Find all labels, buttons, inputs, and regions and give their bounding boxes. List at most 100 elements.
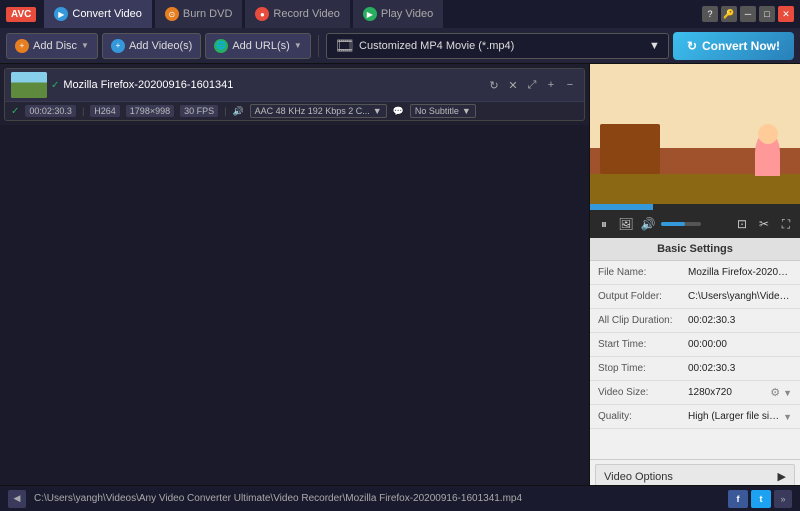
add-url-label: Add URL(s)	[232, 40, 289, 52]
scissors-button[interactable]: ✂	[755, 215, 773, 233]
file-meta: ✓ 00:02:30.3 | H264 1798×998 30 FPS | 🔊 …	[5, 102, 584, 120]
file-resolution: 1798×998	[126, 105, 174, 117]
pause-button[interactable]: ⏸	[595, 215, 613, 233]
player-controls: ⏸ 🖼 🔊 ⊡ ✂ ⛶	[590, 210, 800, 238]
filename-value: Mozilla Firefox-20200916-1...	[688, 267, 792, 278]
divider1: |	[82, 106, 84, 116]
thumbnail-image	[11, 72, 47, 98]
output-label: Output Folder:	[598, 291, 688, 302]
status-prev-button[interactable]: ◀	[8, 490, 26, 508]
format-select[interactable]: 🎞 Customized MP4 Movie (*.mp4) ▼	[326, 33, 669, 59]
player-progress-bar[interactable]	[590, 204, 800, 210]
file-add-button[interactable]: +	[543, 77, 559, 93]
record-video-icon: ●	[255, 7, 269, 21]
player-progress-fill	[590, 204, 653, 210]
tab-play-video-label: Play Video	[381, 8, 433, 20]
status-bar: ◀ C:\Users\yangh\Videos\Any Video Conver…	[0, 485, 800, 511]
tab-record-video[interactable]: ● Record Video	[245, 0, 350, 28]
settings-row-quality: Quality: High (Larger file size) ▼	[590, 405, 800, 429]
meta-check: ✓	[11, 106, 19, 117]
audio-dropdown-arrow: ▼	[373, 106, 382, 116]
title-bar: AVC ▶ Convert Video ⊙ Burn DVD ● Record …	[0, 0, 800, 28]
app-logo: AVC	[6, 7, 36, 22]
add-videos-button[interactable]: + Add Video(s)	[102, 33, 201, 59]
audio-track-dropdown[interactable]: AAC 48 KHz 192 Kbps 2 C... ▼	[250, 104, 387, 118]
preview-furniture	[600, 124, 660, 174]
tab-bar: ▶ Convert Video ⊙ Burn DVD ● Record Vide…	[44, 0, 694, 28]
stop-label: Stop Time:	[598, 363, 688, 374]
convert-now-label: Convert Now!	[702, 39, 780, 53]
file-refresh-button[interactable]: ↻	[486, 77, 502, 93]
quality-value: High (Larger file size)	[688, 411, 780, 422]
start-label: Start Time:	[598, 339, 688, 350]
aspect-button[interactable]: ⊡	[733, 215, 751, 233]
duration-label: All Clip Duration:	[598, 315, 688, 326]
add-url-icon: 🌐	[214, 39, 228, 53]
filename-label: File Name:	[598, 267, 688, 278]
right-panel: ⏸ 🖼 🔊 ⊡ ✂ ⛶ Basic Settings File Name: Mo…	[590, 64, 800, 485]
key-button[interactable]: 🔑	[721, 6, 737, 22]
subtitle-label: No Subtitle	[415, 106, 459, 116]
help-button[interactable]: ?	[702, 6, 718, 22]
minimize-button[interactable]: ─	[740, 6, 756, 22]
file-fps: 30 FPS	[180, 105, 218, 117]
add-disc-button[interactable]: + Add Disc ▼	[6, 33, 98, 59]
settings-row-start: Start Time: 00:00:00	[590, 333, 800, 357]
stop-value: 00:02:30.3	[688, 363, 792, 374]
tab-play-video[interactable]: ▶ Play Video	[353, 0, 444, 28]
size-gear-icon[interactable]: ⚙	[770, 386, 780, 399]
add-disc-arrow: ▼	[81, 41, 89, 50]
add-videos-label: Add Video(s)	[129, 40, 192, 52]
video-options-button[interactable]: Video Options ▶	[595, 464, 795, 485]
tab-burn-dvd[interactable]: ⊙ Burn DVD	[155, 0, 244, 28]
quality-dropdown-arrow[interactable]: ▼	[783, 412, 792, 422]
file-name: Mozilla Firefox-20200916-1601341	[63, 79, 482, 91]
add-disc-label: Add Disc	[33, 40, 77, 52]
file-check[interactable]: ✓	[51, 80, 59, 91]
subtitle-dropdown[interactable]: No Subtitle ▼	[410, 104, 476, 118]
play-video-icon: ▶	[363, 7, 377, 21]
tab-convert-video[interactable]: ▶ Convert Video	[44, 0, 153, 28]
tab-convert-video-label: Convert Video	[72, 8, 142, 20]
settings-spacer	[590, 429, 800, 459]
file-duration: 00:02:30.3	[25, 105, 76, 117]
file-thumbnail	[11, 72, 47, 98]
file-actions: ↻ ✕ ⤢ + −	[486, 77, 578, 93]
subtitle-dropdown-arrow: ▼	[462, 106, 471, 116]
file-remove-button[interactable]: −	[562, 77, 578, 93]
status-path: C:\Users\yangh\Videos\Any Video Converte…	[34, 493, 720, 504]
burn-dvd-icon: ⊙	[165, 7, 179, 21]
file-list-area: ✓ Mozilla Firefox-20200916-1601341 ↻ ✕ ⤢…	[0, 64, 590, 485]
screenshot-button[interactable]: 🖼	[617, 215, 635, 233]
settings-row-duration: All Clip Duration: 00:02:30.3	[590, 309, 800, 333]
preview-area	[590, 64, 800, 204]
toolbar-separator	[318, 35, 319, 57]
size-dropdown-arrow[interactable]: ▼	[783, 388, 792, 398]
main-content: ✓ Mozilla Firefox-20200916-1601341 ↻ ✕ ⤢…	[0, 64, 800, 485]
file-codec: H264	[90, 105, 120, 117]
file-close-button[interactable]: ✕	[505, 77, 521, 93]
video-options-arrow: ▶	[778, 470, 786, 483]
film-icon: 🎞	[335, 36, 355, 56]
twitter-button[interactable]: t	[751, 490, 771, 508]
file-expand-button[interactable]: ⤢	[524, 77, 540, 93]
quality-label: Quality:	[598, 411, 688, 422]
facebook-button[interactable]: f	[728, 490, 748, 508]
duration-value: 00:02:30.3	[688, 315, 792, 326]
settings-title: Basic Settings	[590, 238, 800, 261]
divider2: |	[224, 106, 226, 116]
convert-now-button[interactable]: ↻ Convert Now!	[673, 32, 794, 60]
close-button[interactable]: ✕	[778, 6, 794, 22]
volume-slider[interactable]	[661, 222, 701, 226]
tab-record-video-label: Record Video	[273, 8, 339, 20]
maximize-button[interactable]: □	[759, 6, 775, 22]
start-value: 00:00:00	[688, 339, 792, 350]
subtitle-icon: 💬	[393, 106, 404, 117]
volume-fill	[661, 222, 685, 226]
fullscreen-button[interactable]: ⛶	[777, 215, 795, 233]
speaker-button[interactable]: 🔊	[639, 215, 657, 233]
add-url-button[interactable]: 🌐 Add URL(s) ▼	[205, 33, 310, 59]
forward-button[interactable]: »	[774, 490, 792, 508]
file-item: ✓ Mozilla Firefox-20200916-1601341 ↻ ✕ ⤢…	[4, 68, 585, 121]
settings-row-output: Output Folder: C:\Users\yangh\Videos\...	[590, 285, 800, 309]
